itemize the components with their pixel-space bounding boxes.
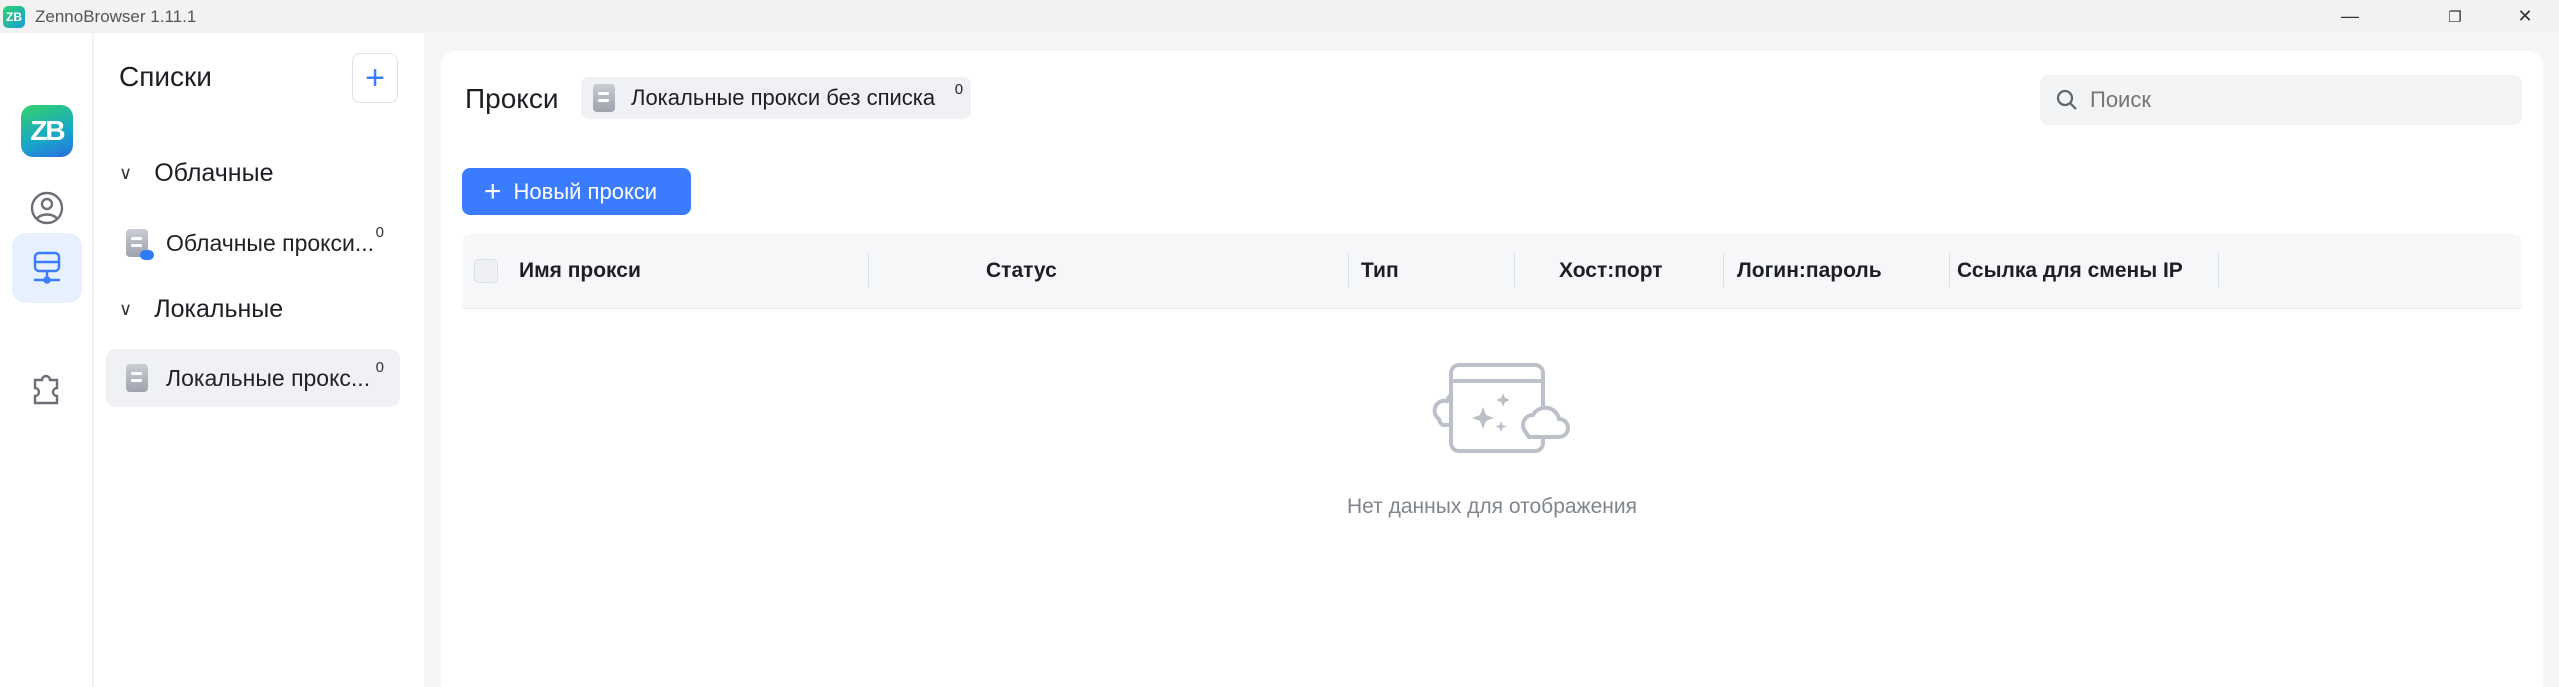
select-all-checkbox[interactable]	[474, 259, 498, 283]
title-bar: ZB ZennoBrowser 1.11.1 — ❐ ✕	[0, 0, 2559, 33]
sidebar-item-local-proxies[interactable]: Локальные прокс... 0	[106, 349, 400, 407]
close-button[interactable]: ✕	[2490, 0, 2559, 33]
column-divider[interactable]	[1348, 253, 1349, 287]
lists-sidebar: Списки + ∨ Облачные Облачные прокси... 0 …	[94, 33, 424, 687]
column-divider[interactable]	[868, 253, 869, 287]
new-proxy-button[interactable]: + Новый прокси	[462, 168, 691, 215]
puzzle-icon	[33, 374, 59, 405]
sidebar-item-cloud-proxies[interactable]: Облачные прокси... 0	[106, 214, 400, 272]
list-icon	[126, 364, 148, 392]
app-logo-icon: ZB	[3, 5, 25, 28]
window-title: ZennoBrowser 1.11.1	[35, 6, 197, 26]
column-divider[interactable]	[1949, 253, 1950, 287]
group-label: Локальные	[154, 295, 284, 323]
minimize-button[interactable]: —	[2315, 0, 2385, 33]
user-circle-icon	[30, 191, 64, 225]
column-ip-change-link[interactable]: Ссылка для смены IP	[1957, 233, 2183, 309]
group-local-toggle[interactable]: ∨ Локальные	[119, 295, 283, 324]
plus-icon: +	[484, 174, 502, 208]
nav-rail: ZB	[0, 33, 93, 687]
proxies-nav-button[interactable]	[12, 233, 82, 303]
extensions-nav-button[interactable]	[12, 353, 82, 423]
column-login-password[interactable]: Логин:пароль	[1737, 233, 1882, 309]
empty-state-text: Нет данных для отображения	[1347, 495, 1637, 518]
sidebar-title: Списки	[119, 61, 212, 92]
table-header: Имя прокси Статус Тип Хост:порт Логин:па…	[462, 233, 2522, 309]
empty-state-icon	[1432, 363, 1570, 453]
search-icon	[2056, 89, 2077, 110]
server-network-icon	[33, 251, 61, 284]
column-type[interactable]: Тип	[1361, 233, 1399, 309]
current-list-chip: Локальные прокси без списка 0	[581, 77, 972, 119]
chevron-down-icon: ∨	[119, 163, 133, 183]
main-panel: Прокси Локальные прокси без списка 0 + Но…	[441, 51, 2543, 687]
list-icon	[593, 84, 615, 112]
restore-button[interactable]: ❐	[2420, 0, 2490, 33]
group-cloud-toggle[interactable]: ∨ Облачные	[119, 159, 273, 188]
column-status[interactable]: Статус	[986, 233, 1057, 309]
add-list-button[interactable]: +	[352, 53, 398, 103]
chip-label: Локальные прокси без списка	[631, 85, 936, 110]
chevron-down-icon: ∨	[119, 299, 133, 319]
new-proxy-label: Новый прокси	[513, 178, 658, 204]
item-label: Локальные прокс...	[166, 364, 371, 391]
column-divider[interactable]	[2218, 253, 2219, 287]
column-name[interactable]: Имя прокси	[519, 233, 641, 309]
column-divider[interactable]	[1514, 253, 1515, 287]
item-label: Облачные прокси...	[166, 229, 375, 256]
group-label: Облачные	[154, 159, 274, 187]
column-divider[interactable]	[1723, 253, 1724, 287]
page-title: Прокси	[465, 83, 559, 114]
item-count: 0	[375, 224, 384, 241]
cloud-list-icon	[126, 229, 154, 260]
search-box[interactable]	[2040, 75, 2522, 125]
zb-logo: ZB	[21, 105, 73, 157]
item-count: 0	[375, 359, 384, 376]
column-host-port[interactable]: Хост:порт	[1559, 233, 1663, 309]
chip-count: 0	[954, 81, 964, 98]
search-input[interactable]	[2090, 87, 2490, 113]
